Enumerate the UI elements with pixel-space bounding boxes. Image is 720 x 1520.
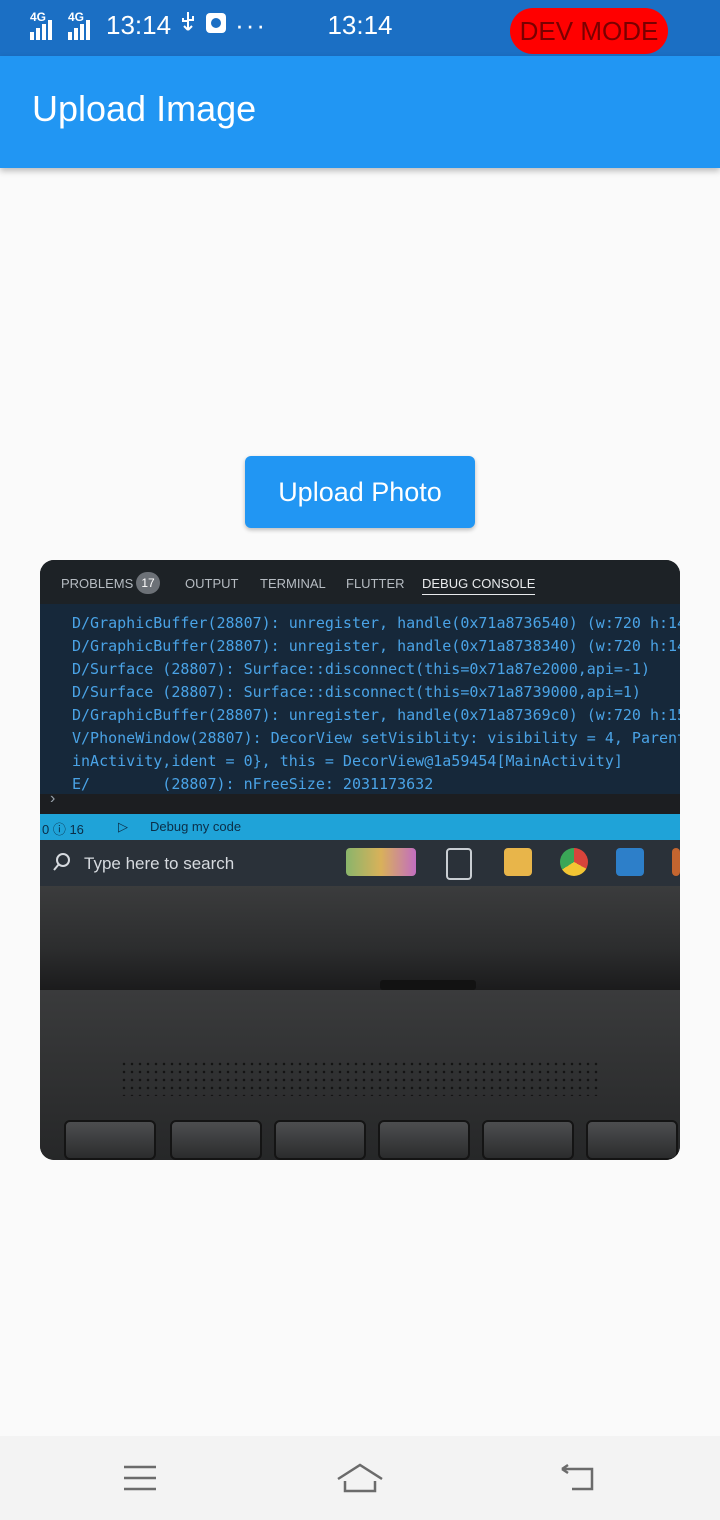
photo-key: [64, 1120, 156, 1160]
photo-key: [170, 1120, 262, 1160]
photo-console-line: D/GraphicBuffer(28807): unregister, hand…: [72, 706, 680, 724]
photo-statusline: 0 ⓘ 16 ▷ Debug my code: [40, 814, 680, 840]
photo-console-line: E/ (28807): nFreeSize: 2031173632: [72, 775, 434, 793]
photo-taskbar-search: Type here to search: [84, 854, 235, 873]
app-bar: Upload Image: [0, 56, 720, 168]
photo-search-icon: [52, 852, 72, 877]
menu-icon[interactable]: [110, 1456, 170, 1500]
photo-laptop-bezel: [40, 886, 680, 990]
photo-console-line: inActivity,ident = 0}, this = DecorView@…: [72, 752, 623, 770]
photo-console-line: V/PhoneWindow(28807): DecorView setVisib…: [72, 729, 680, 747]
back-icon[interactable]: [548, 1456, 608, 1500]
photo-taskbar: Type here to search: [40, 840, 680, 886]
photo-tab-terminal: TERMINAL: [260, 576, 326, 591]
dev-mode-badge: DEV MODE: [510, 8, 668, 54]
photo-speaker-grille: [120, 1060, 600, 1096]
status-bar: 4G 4G 13:14 ··· 13:14 DEV MODE: [0, 0, 720, 56]
photo-key: [274, 1120, 366, 1160]
photo-status-counts: 0 ⓘ 16: [42, 822, 84, 837]
photo-key: [482, 1120, 574, 1160]
photo-folder-icon: [504, 848, 532, 876]
system-nav-bar: [0, 1436, 720, 1520]
photo-vscode-icon: [616, 848, 644, 876]
photo-hinge-slot: [380, 980, 476, 990]
photo-tab-output: OUTPUT: [185, 576, 239, 591]
photo-key: [378, 1120, 470, 1160]
photo-status-label: Debug my code: [150, 819, 242, 834]
photo-key: [586, 1120, 678, 1160]
photo-prompt-chevron-icon: ›: [50, 790, 56, 807]
photo-console-line: D/GraphicBuffer(28807): unregister, hand…: [72, 614, 680, 632]
photo-app-icon: [672, 848, 680, 876]
photo-tab-problems: PROBLEMS: [61, 576, 134, 591]
photo-tab-debug-console: DEBUG CONSOLE: [422, 576, 536, 595]
uploaded-photo: PROBLEMS 17 OUTPUT TERMINAL FLUTTER DEBU…: [40, 560, 680, 1160]
photo-task-view-icon: [446, 848, 472, 880]
photo-problems-badge: 17: [136, 572, 160, 594]
photo-console-line: D/Surface (28807): Surface::disconnect(t…: [72, 660, 650, 678]
photo-chrome-icon: [560, 848, 588, 876]
photo-vscode-tabs: PROBLEMS 17 OUTPUT TERMINAL FLUTTER DEBU…: [40, 560, 680, 604]
page-title: Upload Image: [32, 88, 257, 129]
home-icon[interactable]: [330, 1456, 390, 1500]
photo-tab-flutter: FLUTTER: [346, 576, 405, 591]
photo-console-line: D/GraphicBuffer(28807): unregister, hand…: [72, 637, 680, 655]
photo-laptop-keyboard: [40, 990, 680, 1160]
photo-widget-icon: [346, 848, 416, 876]
upload-photo-button[interactable]: Upload Photo: [245, 456, 475, 528]
photo-debug-icon: ▷: [118, 819, 128, 834]
photo-console-line: D/Surface (28807): Surface::disconnect(t…: [72, 683, 641, 701]
photo-debug-console: D/GraphicBuffer(28807): unregister, hand…: [40, 604, 680, 794]
